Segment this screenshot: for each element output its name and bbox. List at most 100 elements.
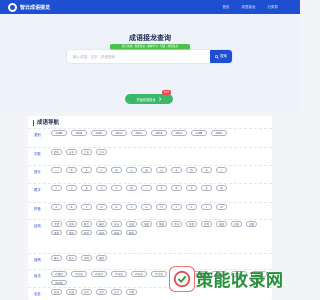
search-button[interactable]: 搜索: [210, 50, 232, 63]
nav-chip[interactable]: ABAB: [71, 130, 87, 136]
nav-item-home[interactable]: 首页: [223, 5, 230, 10]
nav-chip[interactable]: G: [141, 204, 152, 210]
nav-chip[interactable]: 大: [81, 167, 92, 173]
nav-chip[interactable]: 兼语: [141, 221, 153, 227]
nav-chip[interactable]: E: [111, 204, 122, 210]
nav-chip[interactable]: 论语: [66, 289, 78, 295]
nav-row-chips: ABCDEFGHJKLM: [51, 204, 268, 210]
nav-chip[interactable]: 谦辞: [96, 255, 108, 261]
nav-chip[interactable]: 诗经: [126, 289, 138, 295]
nav-chip[interactable]: 转折: [231, 221, 243, 227]
nav-chip[interactable]: M: [216, 204, 227, 210]
nav-chip[interactable]: 目的: [66, 229, 78, 235]
nav-chip[interactable]: C: [81, 204, 92, 210]
nav-row-label: 字数: [34, 152, 41, 156]
nav-chip[interactable]: 三: [216, 167, 227, 173]
nav-chip[interactable]: 并列: [201, 221, 213, 227]
nav-chip[interactable]: 地: [126, 185, 137, 191]
nav-chip[interactable]: 假设: [81, 229, 93, 235]
nav-chip[interactable]: ABAC: [131, 130, 147, 136]
nav-chip[interactable]: 主谓: [51, 221, 63, 227]
nav-chip[interactable]: 一: [141, 185, 152, 191]
nav-chip[interactable]: F: [126, 204, 137, 210]
nav-chip[interactable]: 贬义: [66, 255, 78, 261]
nav-chip[interactable]: 之: [96, 185, 107, 191]
start-chain-button[interactable]: 开始成语接龙: [125, 94, 173, 104]
nav-chip[interactable]: 条件: [51, 229, 63, 235]
nav-row: 拼音 A B C D E F G H J K L M: [28, 202, 272, 219]
nav-chip[interactable]: 万: [201, 167, 212, 173]
nav-chip[interactable]: 复句: [171, 221, 183, 227]
nav-chip[interactable]: 六字: [81, 149, 93, 155]
nav-chip[interactable]: 心: [66, 185, 77, 191]
nav-chip[interactable]: 其他: [186, 221, 198, 227]
nav-chip[interactable]: 事: [216, 185, 227, 191]
nav-chip[interactable]: 作主语: [151, 271, 167, 277]
nav-chip[interactable]: 无: [141, 167, 152, 173]
nav-chip[interactable]: 作定语: [71, 271, 87, 277]
nav-chip[interactable]: 人: [51, 185, 62, 191]
nav-chip[interactable]: 五字: [66, 149, 78, 155]
nav-chip[interactable]: 不: [66, 167, 77, 173]
nav-chip[interactable]: 子: [111, 185, 122, 191]
nav-chip[interactable]: 选择: [96, 229, 108, 235]
nav-chip[interactable]: 庄子: [111, 289, 123, 295]
nav-chip[interactable]: AABB: [51, 130, 67, 136]
nav-chip[interactable]: H: [156, 204, 167, 210]
nav-item-chain[interactable]: 成语接龙: [242, 5, 256, 10]
nav-chip[interactable]: ABBC: [211, 130, 227, 136]
nav-chip[interactable]: 天: [111, 167, 122, 173]
nav-chip[interactable]: 褒义: [51, 255, 63, 261]
nav-chip[interactable]: 连动: [126, 221, 138, 227]
nav-chip[interactable]: K: [186, 204, 197, 210]
hero-section: 成语接龙查询 热门成语 · 智能接龙 · 趣味学习 · 词语 · 成语接龙 搜索…: [0, 14, 300, 112]
nav-chip[interactable]: 一: [51, 167, 62, 173]
nav-chip[interactable]: 百: [186, 167, 197, 173]
nav-chip[interactable]: 偏正: [96, 221, 108, 227]
nav-chip[interactable]: 中性: [81, 255, 93, 261]
nav-item-category[interactable]: 分类导: [268, 5, 279, 10]
nav-chip[interactable]: 因果: [246, 221, 258, 227]
nav-chip[interactable]: A: [51, 204, 62, 210]
nav-chip[interactable]: 人: [96, 167, 107, 173]
nav-chip[interactable]: 中: [171, 185, 182, 191]
nav-chip[interactable]: 七字: [96, 149, 108, 155]
nav-chip[interactable]: ABCC: [111, 130, 127, 136]
nav-chip[interactable]: 用于物: [51, 279, 67, 285]
nav-chip[interactable]: 作谓语: [51, 271, 67, 277]
nav-chip[interactable]: 解说: [126, 229, 138, 235]
site-logo[interactable]: 智云成语接龙: [8, 2, 50, 12]
nav-chip[interactable]: 动宾: [66, 221, 78, 227]
nav-chip[interactable]: 承接: [111, 229, 123, 235]
nav-chip[interactable]: L: [201, 204, 212, 210]
nav-chip[interactable]: 递进: [216, 221, 228, 227]
nav-chip[interactable]: 作补语: [131, 271, 147, 277]
search-bar: 搜索: [67, 50, 232, 63]
nav-chip[interactable]: 左传: [81, 289, 93, 295]
nav-chip[interactable]: 作状语: [91, 271, 107, 277]
nav-row: 首字 一不大人天心无自千百万三: [28, 165, 272, 183]
nav-chip[interactable]: 生: [186, 185, 197, 191]
nav-chip[interactable]: 千: [171, 167, 182, 173]
nav-chip[interactable]: AABC: [91, 130, 107, 136]
nav-chip[interactable]: D: [96, 204, 107, 210]
nav-chip[interactable]: 四字: [51, 149, 63, 155]
nav-chip[interactable]: 联合: [81, 221, 93, 227]
nav-chip[interactable]: AABB: [191, 130, 207, 136]
nav-chip[interactable]: 天: [81, 185, 92, 191]
nav-chip[interactable]: 作宾语: [111, 271, 127, 277]
nav-chip[interactable]: 心: [126, 167, 137, 173]
nav-chip[interactable]: J: [171, 204, 182, 210]
nav-chip[interactable]: B: [66, 204, 77, 210]
nav-chip[interactable]: ABCA: [171, 130, 187, 136]
nav-chip[interactable]: 来: [201, 185, 212, 191]
search-input[interactable]: [67, 50, 210, 63]
watermark-text: 策能收录网: [196, 271, 284, 290]
nav-chip[interactable]: 补充: [111, 221, 123, 227]
nav-chip[interactable]: 自: [156, 167, 167, 173]
nav-chip[interactable]: ABCB: [151, 130, 167, 136]
nav-chip[interactable]: 紧缩: [156, 221, 168, 227]
nav-chip[interactable]: 孟子: [96, 289, 108, 295]
nav-chip[interactable]: 下: [156, 185, 167, 191]
nav-chip[interactable]: 史记: [51, 289, 63, 295]
